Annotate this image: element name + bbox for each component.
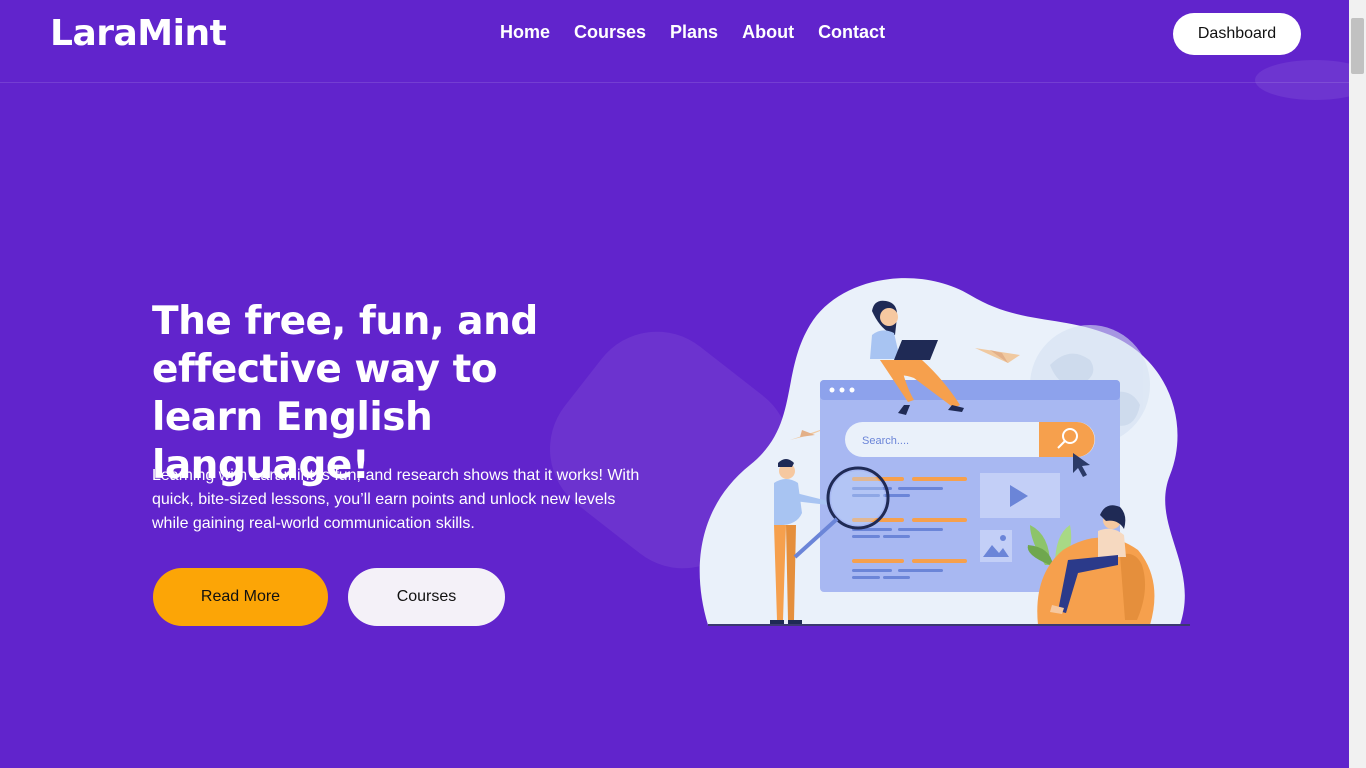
read-more-button[interactable]: Read More — [153, 568, 328, 626]
logo[interactable]: LaraMint — [50, 13, 227, 54]
nav-home[interactable]: Home — [500, 22, 550, 43]
scrollbar-thumb[interactable] — [1351, 18, 1364, 74]
nav-contact[interactable]: Contact — [818, 22, 885, 43]
courses-button[interactable]: Courses — [348, 568, 505, 626]
hero-title: The free, fun, and effective way to lear… — [152, 299, 538, 488]
hero-illustration: Search.... — [699, 278, 1190, 626]
site-header: LaraMint Home Courses Plans About Contac… — [0, 0, 1349, 83]
decorative-corner-blob — [1255, 60, 1349, 100]
main-nav: Home Courses Plans About Contact — [500, 22, 885, 43]
illustration-search-text: Search.... — [862, 435, 909, 447]
dashboard-button[interactable]: Dashboard — [1173, 13, 1301, 55]
image-icon — [980, 530, 1012, 562]
page-scrollbar[interactable] — [1349, 0, 1366, 768]
nav-about[interactable]: About — [742, 22, 794, 43]
hero-description: Learning with Laramint is fun, and resea… — [152, 467, 640, 532]
nav-courses[interactable]: Courses — [574, 22, 646, 43]
nav-plans[interactable]: Plans — [670, 22, 718, 43]
page: LaraMint Home Courses Plans About Contac… — [0, 0, 1349, 768]
